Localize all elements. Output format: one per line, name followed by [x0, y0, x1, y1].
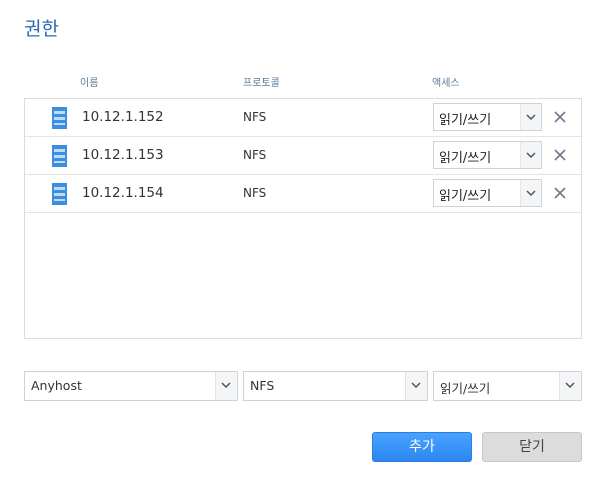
permission-list: 10.12.1.152 NFS 읽기/쓰기 10.12.1.153 NFS 읽기… [24, 98, 582, 339]
chevron-down-icon[interactable] [520, 180, 541, 206]
host-select[interactable]: Anyhost [24, 371, 238, 401]
table-row[interactable]: 10.12.1.154 NFS 읽기/쓰기 [25, 175, 581, 213]
host-name: 10.12.1.152 [82, 109, 164, 125]
access-value: 읽기/쓰기 [439, 151, 492, 166]
access-value: 읽기/쓰기 [439, 189, 492, 204]
chevron-down-icon[interactable] [215, 372, 237, 400]
host-name: 10.12.1.154 [82, 185, 164, 201]
host-select-value: Anyhost [31, 378, 82, 393]
protocol-select-value: NFS [250, 378, 275, 393]
close-icon[interactable] [553, 110, 567, 124]
column-header-protocol: 프로토콜 [243, 78, 280, 89]
close-button[interactable]: 닫기 [482, 432, 582, 462]
protocol-value: NFS [243, 148, 267, 162]
server-icon [52, 107, 67, 129]
server-icon [52, 183, 67, 205]
dialog-title: 권한 [24, 18, 59, 40]
close-icon[interactable] [553, 148, 567, 162]
access-select[interactable]: 읽기/쓰기 [433, 141, 542, 169]
access-select-value: 읽기/쓰기 [440, 381, 491, 396]
server-icon [52, 145, 67, 167]
access-value: 읽기/쓰기 [439, 113, 492, 128]
add-button[interactable]: 추가 [372, 432, 472, 462]
access-select-new[interactable]: 읽기/쓰기 [433, 371, 582, 401]
table-row[interactable]: 10.12.1.152 NFS 읽기/쓰기 [25, 99, 581, 137]
chevron-down-icon[interactable] [559, 372, 581, 400]
close-icon[interactable] [553, 186, 567, 200]
column-header-name: 이름 [80, 78, 99, 89]
access-select[interactable]: 읽기/쓰기 [433, 103, 542, 131]
protocol-select[interactable]: NFS [243, 371, 428, 401]
protocol-value: NFS [243, 110, 267, 124]
column-header-access: 액세스 [432, 78, 460, 89]
protocol-value: NFS [243, 186, 267, 200]
access-select[interactable]: 읽기/쓰기 [433, 179, 542, 207]
chevron-down-icon[interactable] [520, 142, 541, 168]
chevron-down-icon[interactable] [520, 104, 541, 130]
chevron-down-icon[interactable] [405, 372, 427, 400]
host-name: 10.12.1.153 [82, 147, 164, 163]
table-row[interactable]: 10.12.1.153 NFS 읽기/쓰기 [25, 137, 581, 175]
